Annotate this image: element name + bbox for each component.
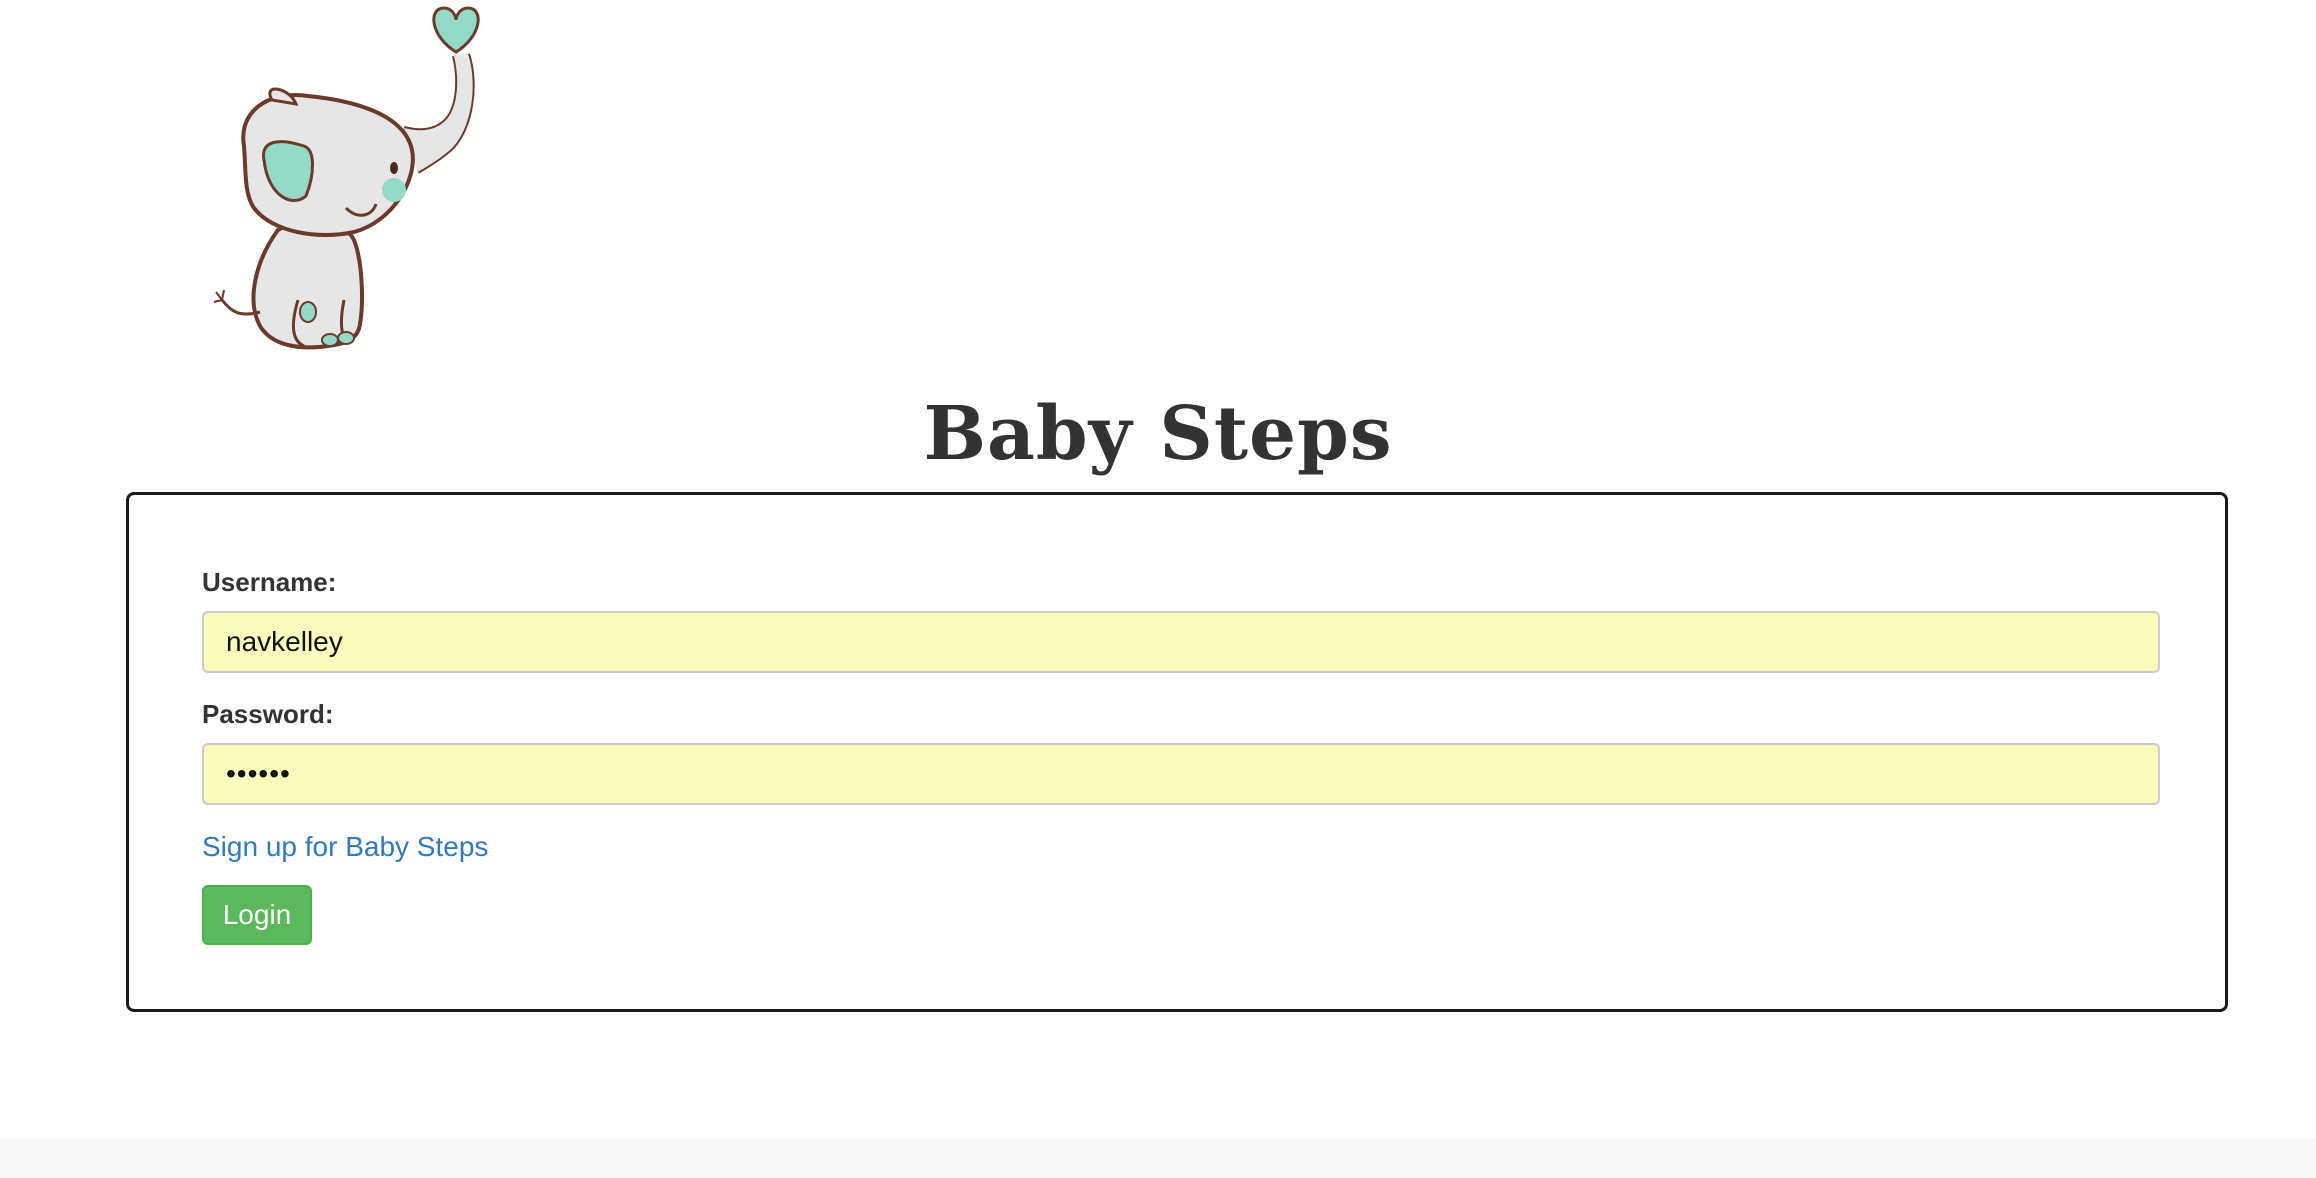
username-label: Username: bbox=[202, 567, 337, 597]
login-page: Baby Steps Username: Password: Sign up f… bbox=[0, 0, 2316, 1178]
signup-link[interactable]: Sign up for Baby Steps bbox=[202, 831, 488, 863]
page-title: Baby Steps bbox=[923, 391, 1393, 477]
password-input[interactable] bbox=[202, 743, 2160, 805]
login-form: Username: Password: Sign up for Baby Ste… bbox=[126, 492, 2228, 1012]
page-footer-strip bbox=[0, 1138, 2316, 1178]
login-button[interactable]: Login bbox=[202, 885, 312, 945]
username-input[interactable] bbox=[202, 611, 2160, 673]
baby-elephant-heart-icon bbox=[168, 0, 488, 360]
password-label: Password: bbox=[202, 699, 334, 729]
